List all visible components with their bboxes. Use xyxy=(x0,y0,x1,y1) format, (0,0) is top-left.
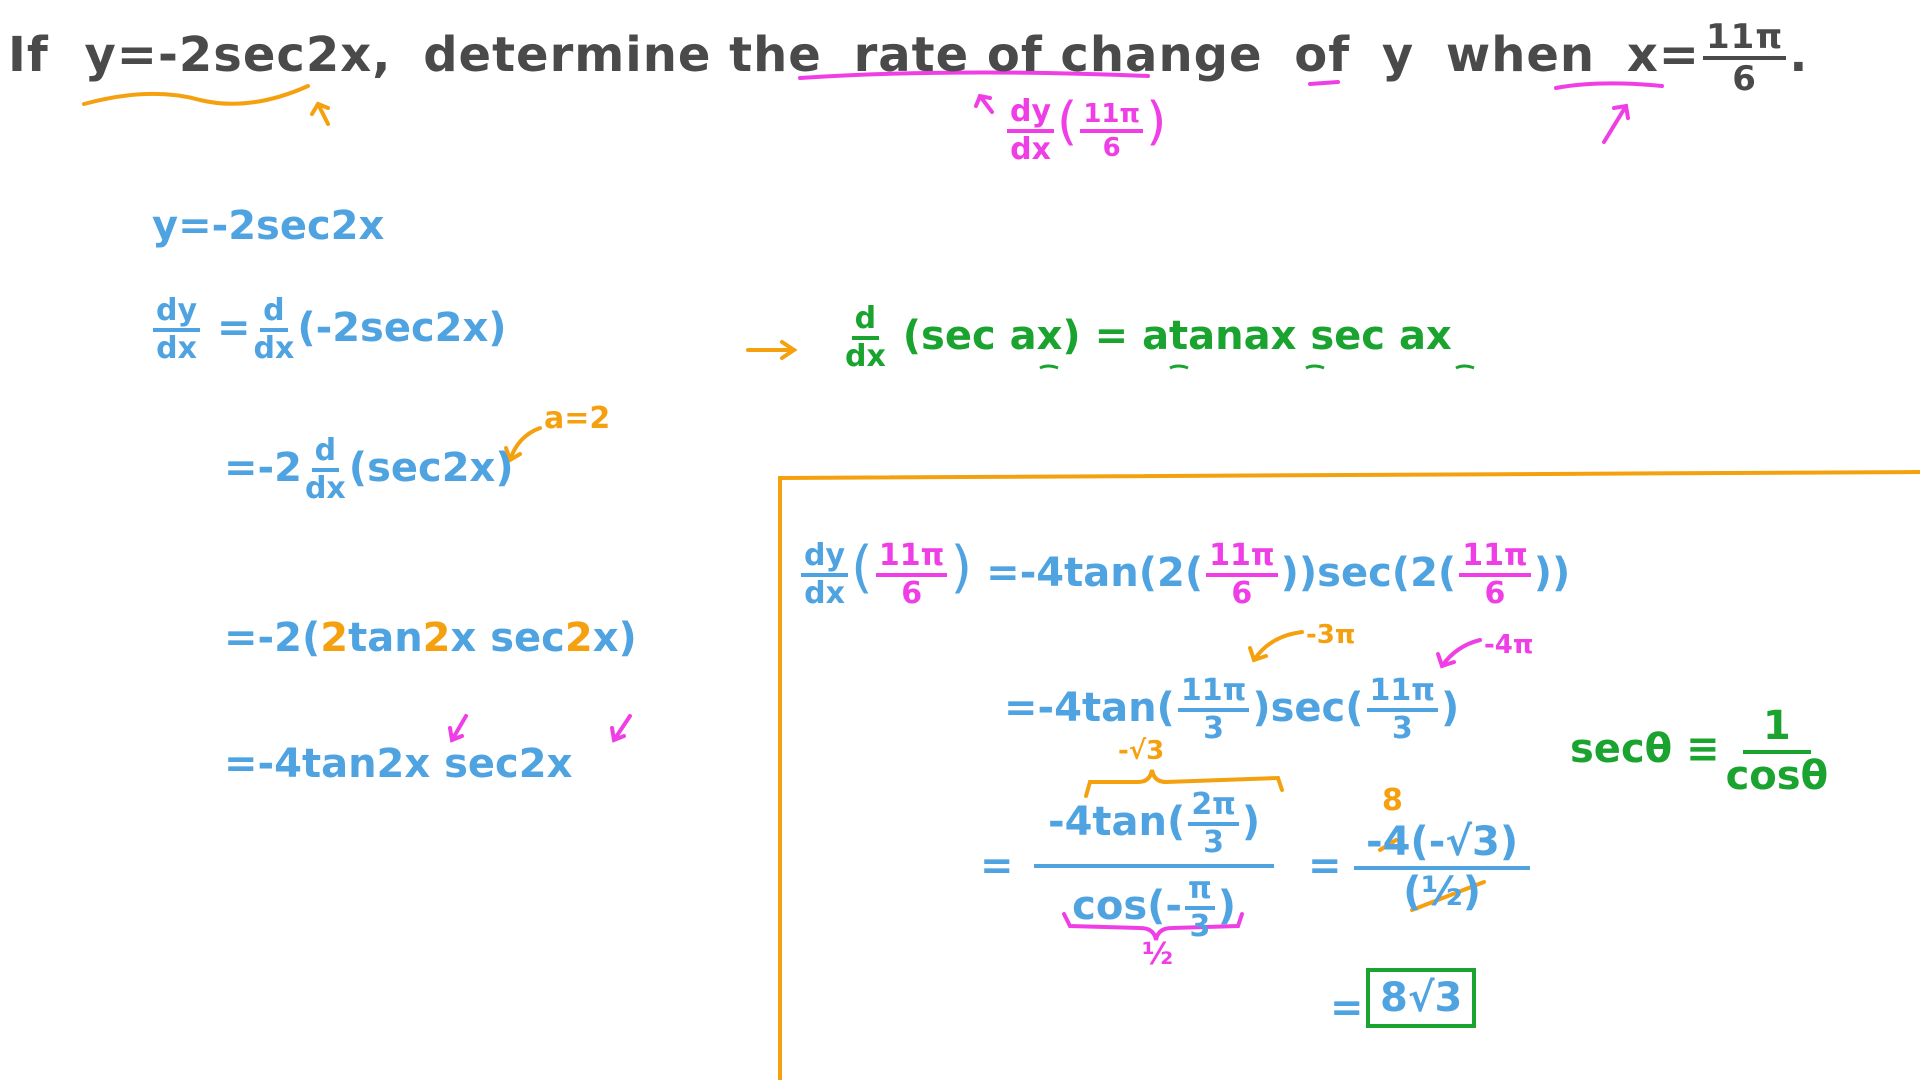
brace-top-label: -√3 xyxy=(1118,736,1165,766)
orange-arrow-right-icon xyxy=(746,340,798,360)
question-line: If y=-2sec2x, determine the rate of chan… xyxy=(8,17,1809,99)
step-5: =-4tan2x sec2x xyxy=(224,741,573,787)
box-line-3-eq: = xyxy=(980,843,1014,889)
note-minus-4pi: -4π xyxy=(1484,630,1534,660)
note-minus-3pi: -3π xyxy=(1306,620,1356,650)
question-of: of xyxy=(1294,27,1351,83)
simplified-8: 8 xyxy=(1382,783,1403,818)
box-line-3-fraction: -4tan(2π 3) cos(- π 3) xyxy=(1034,790,1275,942)
question-y: y xyxy=(1381,27,1415,83)
step-3-note: a=2 xyxy=(544,401,611,436)
step-1: y=-2sec2x xyxy=(152,203,385,249)
question-x-eq: x= xyxy=(1626,27,1700,83)
brace-bottom-label: ½ xyxy=(1142,937,1174,972)
pink-arrow-icon-2 xyxy=(1602,103,1630,144)
derivative-rule: d dx (sec ax) = atanax sec ax xyxy=(845,301,1452,374)
box-line-3-eq2: = xyxy=(1308,843,1342,889)
final-answer: 8√3 xyxy=(1366,968,1477,1028)
question-x-value: 11π 6 xyxy=(1703,20,1787,96)
question-rate-of-change: rate of change xyxy=(853,27,1263,83)
pink-arrow-icon xyxy=(974,93,994,114)
box-line-3-result: -4(-√3) (½) xyxy=(1354,822,1531,912)
question-equation: y=-2sec2x, xyxy=(84,27,392,83)
question-if: If xyxy=(8,27,49,83)
orange-arrow-icon xyxy=(310,101,330,126)
step-3: =-2 d dx (sec2x) xyxy=(224,433,514,506)
annotation-derivative-at-point: dy dx(11π 6) xyxy=(1004,96,1166,165)
box-line-1: dy dx(11π 6) =-4tan(2(11π 6))sec(2(11π 6)) xyxy=(798,540,1570,609)
box-line-2: =-4tan(11π 3)sec(11π 3) xyxy=(1004,673,1460,746)
step-2: dy dx = d dx (-2sec2x) xyxy=(150,296,507,364)
sec-identity: secθ ≡ 1 cosθ xyxy=(1570,703,1829,799)
question-text: determine the xyxy=(423,27,822,83)
step-4: =-2(2tan2x sec2x) xyxy=(224,615,637,661)
final-eq: = xyxy=(1330,985,1364,1031)
question-when: when xyxy=(1445,27,1596,83)
